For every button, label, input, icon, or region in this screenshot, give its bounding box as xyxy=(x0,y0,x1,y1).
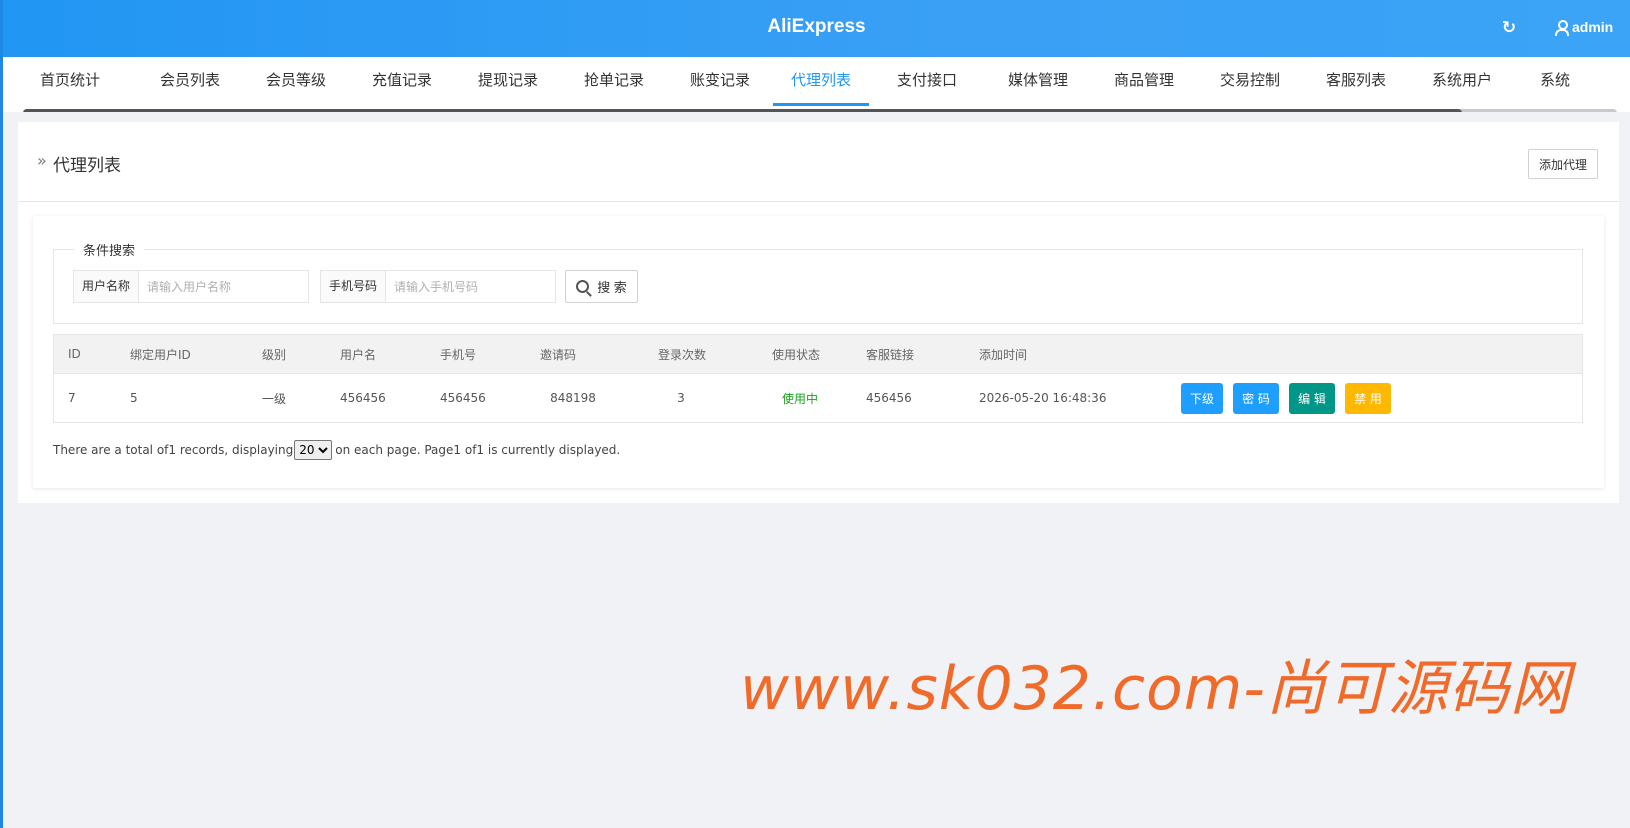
nav-tab-14[interactable]: 系统 xyxy=(1515,57,1595,109)
user-menu[interactable]: admin xyxy=(1555,19,1614,36)
column-header: 手机号 xyxy=(440,347,477,362)
nav-tab-1[interactable]: 会员列表 xyxy=(137,57,243,109)
nav-tab-4[interactable]: 提现记录 xyxy=(455,57,561,109)
nav-tab-8[interactable]: 支付接口 xyxy=(869,57,985,109)
double-chevron-right-icon: » xyxy=(37,151,47,170)
column-header: 添加时间 xyxy=(979,347,1028,362)
table-header: ID 绑定用户ID 级别 用户名 手机号 邀请码 登录次数 使用状态 客服链接 添加时间 xyxy=(54,335,1582,374)
nav-tab-12[interactable]: 客服列表 xyxy=(1303,57,1409,109)
user-name: admin xyxy=(1572,19,1614,35)
column-header: 使用状态 xyxy=(772,347,821,362)
pagination-prefix: There are a total of1 records, displayin… xyxy=(53,443,294,457)
nav-tab-5[interactable]: 抢单记录 xyxy=(561,57,667,109)
password-button[interactable]: 密 码 xyxy=(1233,382,1279,414)
agent-table: ID 绑定用户ID 级别 用户名 手机号 邀请码 登录次数 使用状态 客服链接 添加时间 7 5 一级… xyxy=(53,334,1583,423)
column-header: 级别 xyxy=(262,347,287,362)
search-button[interactable]: 搜 索 xyxy=(565,270,638,303)
top-header: AliExpress ↻ admin xyxy=(3,0,1630,57)
pagination: There are a total of1 records, displayin… xyxy=(53,440,620,460)
table-cell: 一级 xyxy=(262,391,287,406)
nav-tab-2[interactable]: 会员等级 xyxy=(243,57,349,109)
search-button-label: 搜 索 xyxy=(597,280,627,295)
main-nav: 首页统计 会员列表 会员等级 充值记录 提现记录 抢单记录 账变记录 代理列表 支付接口 媒体管理… xyxy=(3,57,1630,112)
table-cell: 456456 xyxy=(340,391,386,405)
page-header: » 代理列表 添加代理 xyxy=(18,122,1619,202)
username-label: 用户名称 xyxy=(73,270,140,303)
table-body: 7 5 一级 456456 456456 848198 3 使用中 456456 2026-05-… xyxy=(54,374,1582,422)
per-page-select[interactable]: 20 xyxy=(294,440,333,460)
username-input[interactable] xyxy=(139,270,310,303)
disable-button[interactable]: 禁 用 xyxy=(1345,382,1391,414)
app-title: AliExpress xyxy=(767,16,866,37)
nav-tab-7[interactable]: 代理列表 xyxy=(773,57,869,109)
watermark: www.sk032.com-尚可源码网 xyxy=(740,654,1571,724)
table-cell: 2026-05-20 16:48:36 xyxy=(979,391,1107,405)
table-cell: 456456 xyxy=(866,391,912,405)
pagination-suffix: on each page. Page1 of1 is currently dis… xyxy=(335,443,621,457)
nav-tab-10[interactable]: 商品管理 xyxy=(1091,57,1197,109)
window-edge xyxy=(0,0,3,828)
column-header: 绑定用户ID xyxy=(130,347,191,362)
nav-tab-9[interactable]: 媒体管理 xyxy=(985,57,1091,109)
phone-group: 手机号码 xyxy=(320,270,557,303)
username-group: 用户名称 xyxy=(73,270,310,303)
nav-tabs: 首页统计 会员列表 会员等级 充值记录 提现记录 抢单记录 账变记录 代理列表 支付接口 媒体管理… xyxy=(3,57,1595,109)
nav-tab-3[interactable]: 充值记录 xyxy=(349,57,455,109)
subordinate-button[interactable]: 下级 xyxy=(1181,382,1223,414)
nav-tab-6[interactable]: 账变记录 xyxy=(667,57,773,109)
table-cell: 7 xyxy=(68,391,76,405)
phone-label: 手机号码 xyxy=(320,270,387,303)
phone-input[interactable] xyxy=(386,270,557,303)
table-cell: 3 xyxy=(677,391,685,405)
nav-scrollbar-thumb[interactable] xyxy=(23,109,1462,112)
refresh-icon[interactable]: ↻ xyxy=(1499,18,1519,38)
table-cell: 848198 xyxy=(550,391,596,405)
edit-button[interactable]: 编 辑 xyxy=(1289,382,1335,414)
nav-tab-13[interactable]: 系统用户 xyxy=(1409,57,1515,109)
column-header: ID xyxy=(68,347,81,361)
table-cell: 5 xyxy=(130,391,138,405)
column-header: 用户名 xyxy=(340,347,377,362)
table-cell: 456456 xyxy=(440,391,486,405)
column-header: 登录次数 xyxy=(658,347,707,362)
add-agent-button[interactable]: 添加代理 xyxy=(1528,149,1598,179)
column-header: 客服链接 xyxy=(866,347,915,362)
page-title: 代理列表 xyxy=(53,156,121,176)
search-icon xyxy=(576,280,590,293)
row-actions: 下级密 码编 辑禁 用 xyxy=(1181,374,1401,422)
search-legend: 条件搜索 xyxy=(74,240,145,259)
status-badge: 使用中 xyxy=(781,391,818,406)
user-icon xyxy=(1555,20,1569,36)
nav-tab-0[interactable]: 首页统计 xyxy=(3,57,137,109)
table-row: 7 5 一级 456456 456456 848198 3 使用中 456456 2026-05-… xyxy=(54,374,1582,422)
nav-tab-11[interactable]: 交易控制 xyxy=(1197,57,1303,109)
column-header: 邀请码 xyxy=(540,347,577,362)
